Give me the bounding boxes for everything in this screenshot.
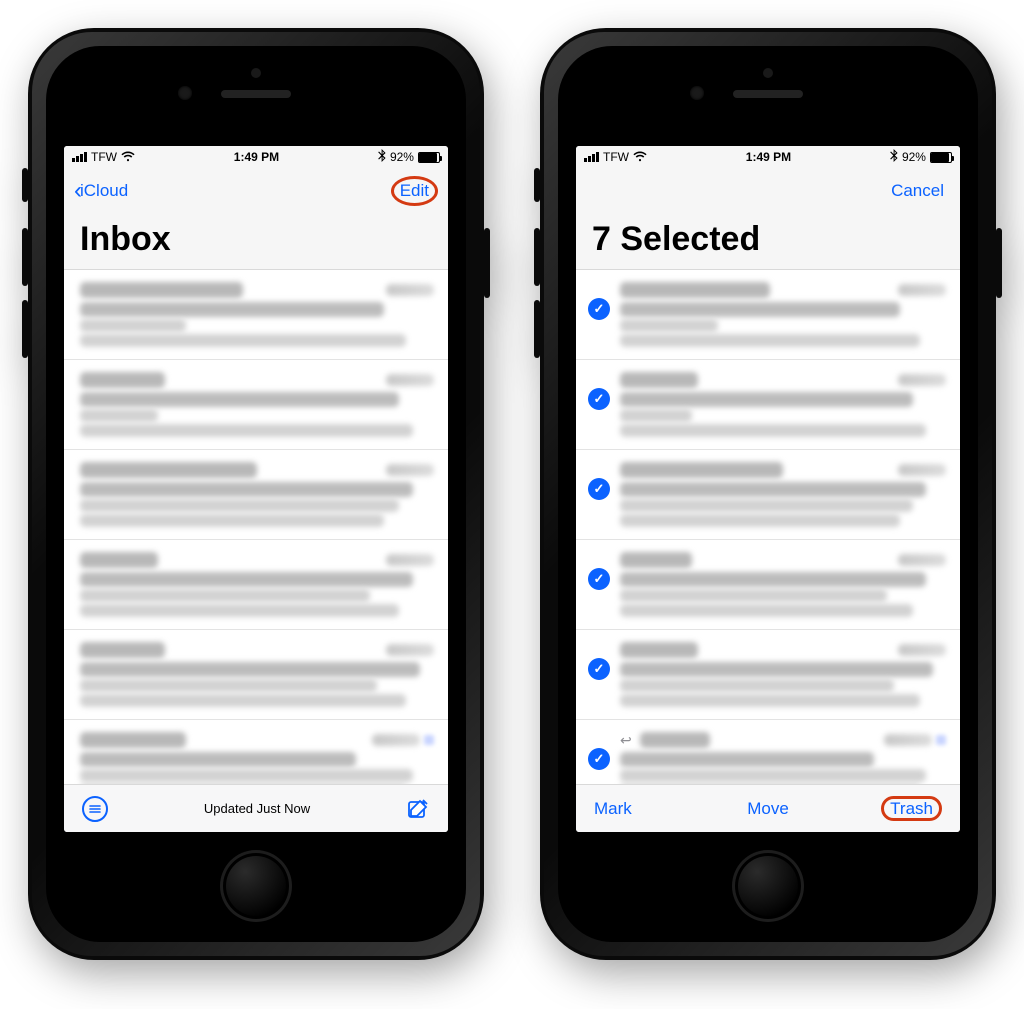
page-title: Inbox: [64, 214, 448, 269]
filter-icon[interactable]: [82, 796, 108, 822]
status-bar: TFW 1:49 PM 92%: [576, 146, 960, 168]
phone-right: TFW 1:49 PM 92%: [540, 28, 996, 960]
toolbar: Mark Move Trash: [576, 784, 960, 832]
message-list[interactable]: ✓ ✓: [576, 270, 960, 784]
compose-button[interactable]: [406, 797, 430, 821]
toolbar-status: Updated Just Now: [108, 801, 406, 816]
clock: 1:49 PM: [234, 150, 279, 164]
battery-pct: 92%: [902, 150, 926, 164]
checkmark-icon[interactable]: ✓: [588, 748, 610, 770]
mail-select-screen: TFW 1:49 PM 92%: [576, 146, 960, 832]
signal-icon: [584, 152, 599, 162]
home-button[interactable]: [220, 850, 292, 922]
mark-button[interactable]: Mark: [594, 799, 710, 819]
status-bar: TFW 1:49 PM 92%: [64, 146, 448, 168]
phone-left: TFW 1:49 PM 92%: [28, 28, 484, 960]
cancel-label: Cancel: [891, 181, 944, 200]
message-row[interactable]: ✓: [576, 630, 960, 720]
message-row[interactable]: ✓: [576, 540, 960, 630]
checkmark-icon[interactable]: ✓: [588, 568, 610, 590]
clock: 1:49 PM: [746, 150, 791, 164]
back-button[interactable]: ‹ iCloud: [74, 179, 128, 203]
checkmark-icon[interactable]: ✓: [588, 388, 610, 410]
cancel-button[interactable]: Cancel: [885, 179, 950, 203]
message-row[interactable]: [64, 360, 448, 450]
back-label: iCloud: [80, 181, 128, 201]
nav-bar: ‹ iCloud Edit: [64, 168, 448, 214]
mail-inbox-screen: TFW 1:49 PM 92%: [64, 146, 448, 832]
message-row[interactable]: ✓: [576, 450, 960, 540]
carrier-label: TFW: [603, 150, 629, 164]
message-row[interactable]: [64, 450, 448, 540]
home-button[interactable]: [732, 850, 804, 922]
message-row[interactable]: ✓: [576, 360, 960, 450]
checkmark-icon[interactable]: ✓: [588, 478, 610, 500]
toolbar: Updated Just Now: [64, 784, 448, 832]
message-row[interactable]: ✓: [576, 270, 960, 360]
move-button[interactable]: Move: [710, 799, 826, 819]
battery-icon: [930, 152, 952, 163]
checkmark-icon[interactable]: ✓: [588, 298, 610, 320]
message-row[interactable]: ✓ ↩: [576, 720, 960, 784]
edit-label: Edit: [400, 181, 429, 200]
message-row[interactable]: [64, 270, 448, 360]
battery-icon: [418, 152, 440, 163]
bluetooth-icon: [890, 149, 898, 165]
wifi-icon: [121, 150, 135, 165]
edit-button[interactable]: Edit: [391, 176, 438, 206]
reply-icon: ↩: [620, 732, 632, 749]
message-list[interactable]: [64, 270, 448, 784]
wifi-icon: [633, 150, 647, 165]
page-title: 7 Selected: [576, 214, 960, 269]
nav-bar: Cancel: [576, 168, 960, 214]
battery-pct: 92%: [390, 150, 414, 164]
message-row[interactable]: [64, 720, 448, 784]
trash-button[interactable]: Trash: [881, 796, 942, 821]
message-row[interactable]: [64, 540, 448, 630]
message-row[interactable]: [64, 630, 448, 720]
carrier-label: TFW: [91, 150, 117, 164]
signal-icon: [72, 152, 87, 162]
checkmark-icon[interactable]: ✓: [588, 658, 610, 680]
bluetooth-icon: [378, 149, 386, 165]
